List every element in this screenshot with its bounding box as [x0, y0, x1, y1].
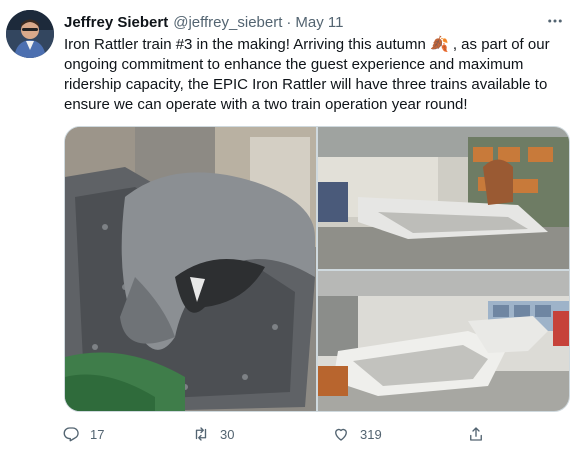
- share-icon: [470, 427, 482, 441]
- photo-rattlesnake-head[interactable]: [65, 127, 316, 411]
- retweet-count: 30: [220, 426, 235, 442]
- tweet-text: Iron Rattler train #3 in the making! Arr…: [64, 36, 554, 113]
- author-handle[interactable]: @jeffrey_siebert: [173, 14, 282, 31]
- tweet-header: Jeffrey Siebert @jeffrey_siebert · May 1…: [64, 12, 570, 32]
- retweet-button[interactable]: 30: [186, 422, 234, 446]
- avatar[interactable]: [6, 10, 54, 58]
- photo-train-chassis-hall[interactable]: [318, 271, 569, 411]
- like-icon: [335, 428, 347, 441]
- more-options-icon[interactable]: [544, 10, 566, 32]
- like-button[interactable]: 319: [326, 422, 382, 446]
- media-grid: [64, 126, 570, 412]
- reply-button[interactable]: 17: [56, 422, 104, 446]
- retweet-icon: [195, 427, 207, 441]
- tweet-actions: 17 30 319: [56, 422, 496, 446]
- share-button[interactable]: [461, 422, 495, 446]
- author-name[interactable]: Jeffrey Siebert: [64, 14, 168, 31]
- reply-count: 17: [90, 426, 105, 442]
- separator-dot: ·: [286, 13, 292, 31]
- tweet-date[interactable]: May 11: [295, 14, 343, 31]
- reply-icon: [63, 427, 79, 442]
- photo-train-frame-workshop[interactable]: [318, 127, 569, 269]
- like-count: 319: [360, 426, 382, 442]
